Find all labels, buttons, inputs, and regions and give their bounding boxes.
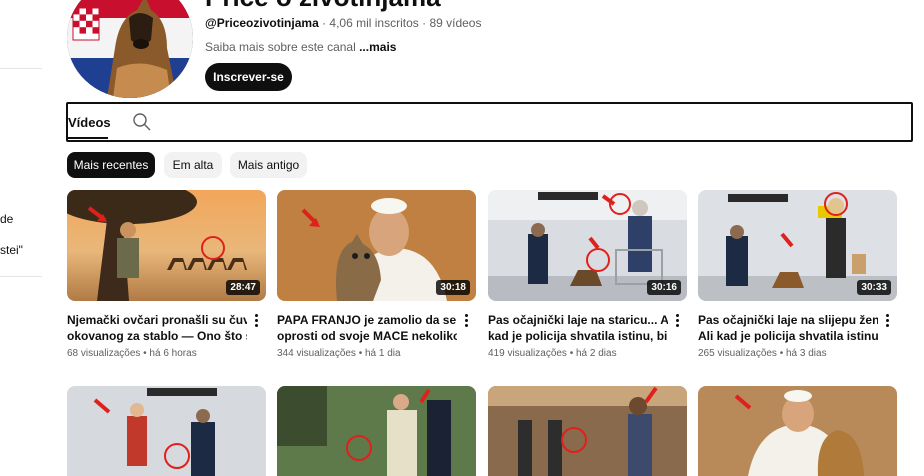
video-title-line: okovanog za stablo — Ono što su... [67, 329, 247, 343]
chip-newest[interactable]: Mais recentes [67, 152, 155, 178]
sidebar-item-fragment[interactable]: stei" [0, 243, 23, 257]
video-title-line: Njemački ovčari pronašli su čuvara [67, 313, 247, 327]
video-title-line: PAPA FRANJO je zamolio da se [277, 313, 457, 327]
video-title[interactable]: Pas očajnički laje na slijepu ženu... Ali… [698, 312, 878, 344]
channel-handle: @Priceozivotinjama [205, 16, 319, 30]
sidebar-divider [0, 68, 42, 69]
sidebar-item-fragment[interactable]: de [0, 212, 13, 226]
video-thumbnail[interactable] [698, 386, 897, 476]
video-title[interactable]: Njemački ovčari pronašli su čuvara okovan… [67, 312, 247, 344]
channel-avatar[interactable] [67, 0, 193, 98]
video-title[interactable]: Pas očajnički laje na staricu... Ali kad … [488, 312, 668, 344]
more-actions-icon[interactable] [463, 313, 469, 329]
channel-title: Priče o životinjama [205, 0, 441, 13]
video-title-line: Ali kad je policija shvatila istinu, bil… [698, 329, 878, 343]
video-title[interactable]: PAPA FRANJO je zamolio da se oprosti od s… [277, 312, 457, 344]
subscribe-button[interactable]: Inscrever-se [205, 63, 292, 91]
video-card[interactable]: 30:18 PAPA FRANJO je zamolio da se oprost… [277, 190, 476, 359]
video-thumbnail[interactable] [277, 386, 476, 476]
chip-oldest[interactable]: Mais antigo [230, 152, 307, 178]
sidebar-divider [0, 276, 42, 277]
video-duration: 30:16 [647, 280, 681, 295]
more-actions-icon[interactable] [253, 313, 259, 329]
about-more-link[interactable]: ...mais [359, 40, 396, 54]
video-meta: 265 visualizações • há 3 dias [698, 348, 827, 359]
video-duration: 30:33 [857, 280, 891, 295]
channel-meta: @Priceozivotinjama · 4,06 mil inscritos … [205, 16, 481, 30]
more-actions-icon[interactable] [884, 313, 890, 329]
video-title-line: Pas očajnički laje na slijepu ženu... [698, 313, 878, 327]
video-card[interactable]: 28:47 Njemački ovčari pronašli su čuvara… [67, 190, 266, 359]
channel-tab-bar: Vídeos [66, 102, 913, 142]
video-card[interactable]: 30:33 Pas očajnički laje na slijepu ženu… [698, 190, 897, 359]
video-title-line: Pas očajnički laje na staricu... Ali [488, 313, 668, 327]
video-card[interactable]: 30:16 Pas očajnički laje na staricu... A… [488, 190, 687, 359]
sidebar-fragment: de stei" [0, 0, 44, 462]
video-thumbnail[interactable]: 30:33 [698, 190, 897, 301]
video-duration: 28:47 [226, 280, 260, 295]
video-thumbnail[interactable]: 30:16 [488, 190, 687, 301]
about-text: Saiba mais sobre este canal [205, 40, 360, 54]
video-thumbnail[interactable] [488, 386, 687, 476]
video-meta: 68 visualizações • há 6 horas [67, 348, 197, 359]
active-tab-indicator [68, 137, 108, 139]
video-thumbnail[interactable]: 28:47 [67, 190, 266, 301]
video-title-line: kad je policija shvatila istinu, bilo j.… [488, 329, 668, 343]
video-duration: 30:18 [436, 280, 470, 295]
chip-popular[interactable]: Em alta [164, 152, 222, 178]
channel-about[interactable]: Saiba mais sobre este canal ...mais [205, 40, 396, 54]
channel-stats: · 4,06 mil inscritos · 89 vídeos [318, 16, 482, 30]
video-title-line: oprosti od svoje MACE nekoliko... [277, 329, 457, 343]
more-actions-icon[interactable] [674, 313, 680, 329]
video-meta: 419 visualizações • há 2 dias [488, 348, 617, 359]
tab-videos[interactable]: Vídeos [68, 115, 111, 130]
video-thumbnail[interactable]: 30:18 [277, 190, 476, 301]
video-thumbnail[interactable] [67, 386, 266, 476]
search-icon[interactable] [132, 112, 152, 132]
video-meta: 344 visualizações • há 1 dia [277, 348, 401, 359]
